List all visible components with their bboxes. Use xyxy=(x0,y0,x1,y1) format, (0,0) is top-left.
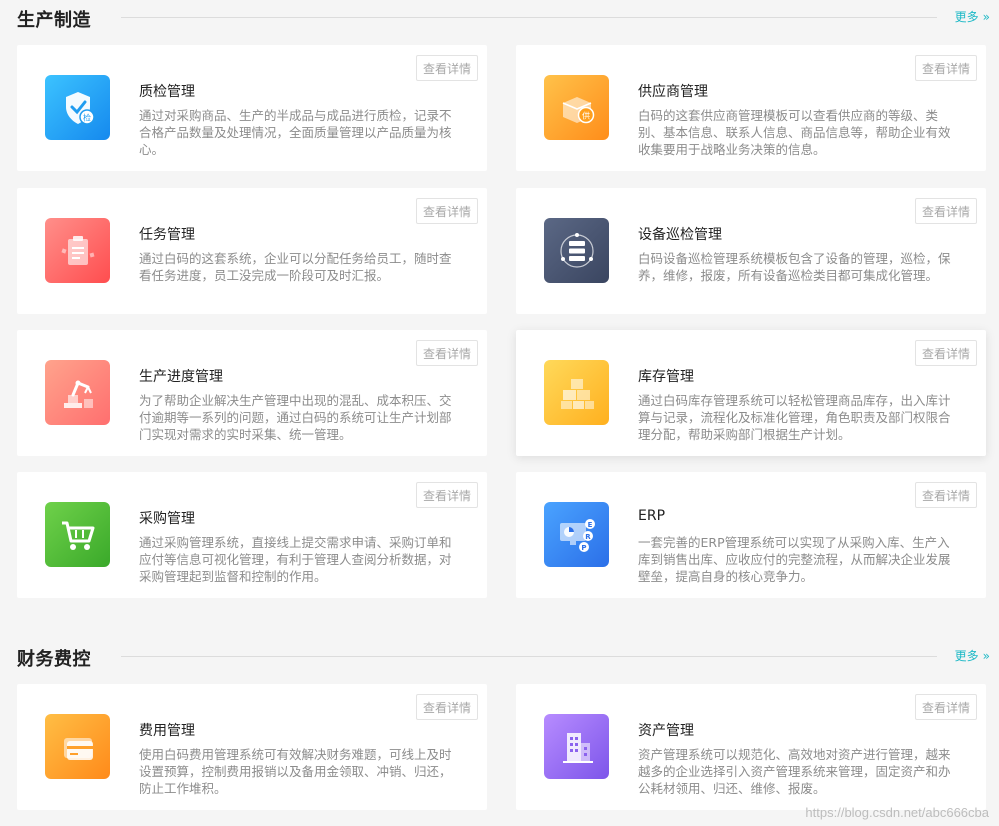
card-erp[interactable]: ERP ERP 一套完善的ERP管理系统可以实现了从采购入库、生产入库到销售出库… xyxy=(516,472,986,598)
view-details-button[interactable]: 查看详情 xyxy=(915,198,977,224)
card-description: 通过白码库存管理系统可以轻松管理商品库存，出入库计算与记录，流程化及标准化管理，… xyxy=(638,393,951,442)
robot-arm-icon xyxy=(45,360,110,425)
card-description: 通过采购管理系统，直接线上提交需求申请、采购订单和应付等信息可视化管理，有利于管… xyxy=(139,535,452,584)
card-title: 费用管理 xyxy=(139,723,195,739)
double-chevron-right-icon: » xyxy=(982,648,991,663)
card-equipment-inspection[interactable]: 设备巡检管理 白码设备巡检管理系统模板包含了设备的管理，巡检，保养，维修，报废，… xyxy=(516,188,986,314)
view-details-button[interactable]: 查看详情 xyxy=(915,55,977,81)
view-details-button[interactable]: 查看详情 xyxy=(416,55,478,81)
card-description: 使用白码费用管理系统可有效解决财务难题，可线上及时设置预算，控制费用报销以及备用… xyxy=(139,747,452,796)
more-link[interactable]: 更多 » xyxy=(954,647,991,664)
section-title: 财务费控 xyxy=(17,649,91,670)
card-title: 采购管理 xyxy=(139,511,195,527)
credit-card-icon xyxy=(45,714,110,779)
shopping-cart-icon xyxy=(45,502,110,567)
view-details-button[interactable]: 查看详情 xyxy=(915,482,977,508)
card-title: 供应商管理 xyxy=(638,84,708,100)
more-label: 更多 xyxy=(954,649,979,663)
card-title: 生产进度管理 xyxy=(139,369,223,385)
double-chevron-right-icon: » xyxy=(982,9,991,24)
card-description: 资产管理系统可以规范化、高效地对资产进行管理，越来越多的企业选择引入资产管理系统… xyxy=(638,747,951,796)
view-details-button[interactable]: 查看详情 xyxy=(416,482,478,508)
divider xyxy=(121,656,937,657)
card-description: 通过对采购商品、生产的半成品与成品进行质检，记录不合格产品数量及处理情况，全面质… xyxy=(139,108,452,157)
svg-text:E: E xyxy=(587,521,592,529)
view-details-button[interactable]: 查看详情 xyxy=(416,198,478,224)
card-title: 设备巡检管理 xyxy=(638,227,722,243)
card-asset-management[interactable]: 资产管理 资产管理系统可以规范化、高效地对资产进行管理，越来越多的企业选择引入资… xyxy=(516,684,986,810)
view-details-button[interactable]: 查看详情 xyxy=(915,340,977,366)
card-quality-inspection[interactable]: 检 质检管理 通过对采购商品、生产的半成品与成品进行质检，记录不合格产品数量及处… xyxy=(17,45,487,171)
card-title: 任务管理 xyxy=(139,227,195,243)
boxes-stack-icon xyxy=(544,360,609,425)
server-rack-icon xyxy=(544,218,609,283)
more-label: 更多 xyxy=(954,10,979,24)
card-title: 质检管理 xyxy=(139,84,195,100)
card-title: 库存管理 xyxy=(638,369,694,385)
svg-text:检: 检 xyxy=(83,112,91,122)
more-link[interactable]: 更多 » xyxy=(954,8,991,25)
svg-text:P: P xyxy=(581,544,586,552)
view-details-button[interactable]: 查看详情 xyxy=(416,340,478,366)
card-description: 白码设备巡检管理系统模板包含了设备的管理，巡检，保养，维修，报废，所有设备巡检类… xyxy=(638,251,951,283)
view-details-button[interactable]: 查看详情 xyxy=(915,694,977,720)
card-title: ERP xyxy=(638,508,666,524)
card-description: 通过白码的这套系统，企业可以分配任务给员工，随时查看任务进度，员工没完成一阶段可… xyxy=(139,251,452,283)
erp-monitor-icon: ERP xyxy=(544,502,609,567)
building-icon xyxy=(544,714,609,779)
clipboard-icon xyxy=(45,218,110,283)
card-description: 一套完善的ERP管理系统可以实现了从采购入库、生产入库到销售出库、应收应付的完整… xyxy=(638,535,951,584)
section-header-finance: 财务费控 更多 » xyxy=(0,639,999,675)
view-details-button[interactable]: 查看详情 xyxy=(416,694,478,720)
card-description: 白码的这套供应商管理模板可以查看供应商的等级、类别、基本信息、联系人信息、商品信… xyxy=(638,108,951,157)
card-inventory-management[interactable]: 库存管理 通过白码库存管理系统可以轻松管理商品库存，出入库计算与记录，流程化及标… xyxy=(516,330,986,456)
card-production-progress[interactable]: 生产进度管理 为了帮助企业解决生产管理中出现的混乱、成本积压、交付逾期等一系列的… xyxy=(17,330,487,456)
card-title: 资产管理 xyxy=(638,723,694,739)
svg-text:R: R xyxy=(585,533,591,541)
card-description: 为了帮助企业解决生产管理中出现的混乱、成本积压、交付逾期等一系列的问题，通过白码… xyxy=(139,393,452,442)
card-purchase-management[interactable]: 采购管理 通过采购管理系统，直接线上提交需求申请、采购订单和应付等信息可视化管理… xyxy=(17,472,487,598)
section-header-production: 生产制造 更多 » xyxy=(0,0,999,36)
card-expense-management[interactable]: 费用管理 使用白码费用管理系统可有效解决财务难题，可线上及时设置预算，控制费用报… xyxy=(17,684,487,810)
section-title: 生产制造 xyxy=(17,10,91,31)
svg-text:供: 供 xyxy=(582,110,590,120)
shield-check-icon: 检 xyxy=(45,75,110,140)
supplier-box-icon: 供 xyxy=(544,75,609,140)
card-task-management[interactable]: 任务管理 通过白码的这套系统，企业可以分配任务给员工，随时查看任务进度，员工没完… xyxy=(17,188,487,314)
card-supplier-management[interactable]: 供 供应商管理 白码的这套供应商管理模板可以查看供应商的等级、类别、基本信息、联… xyxy=(516,45,986,171)
divider xyxy=(121,17,937,18)
watermark: https://blog.csdn.net/abc666cba xyxy=(805,805,989,820)
